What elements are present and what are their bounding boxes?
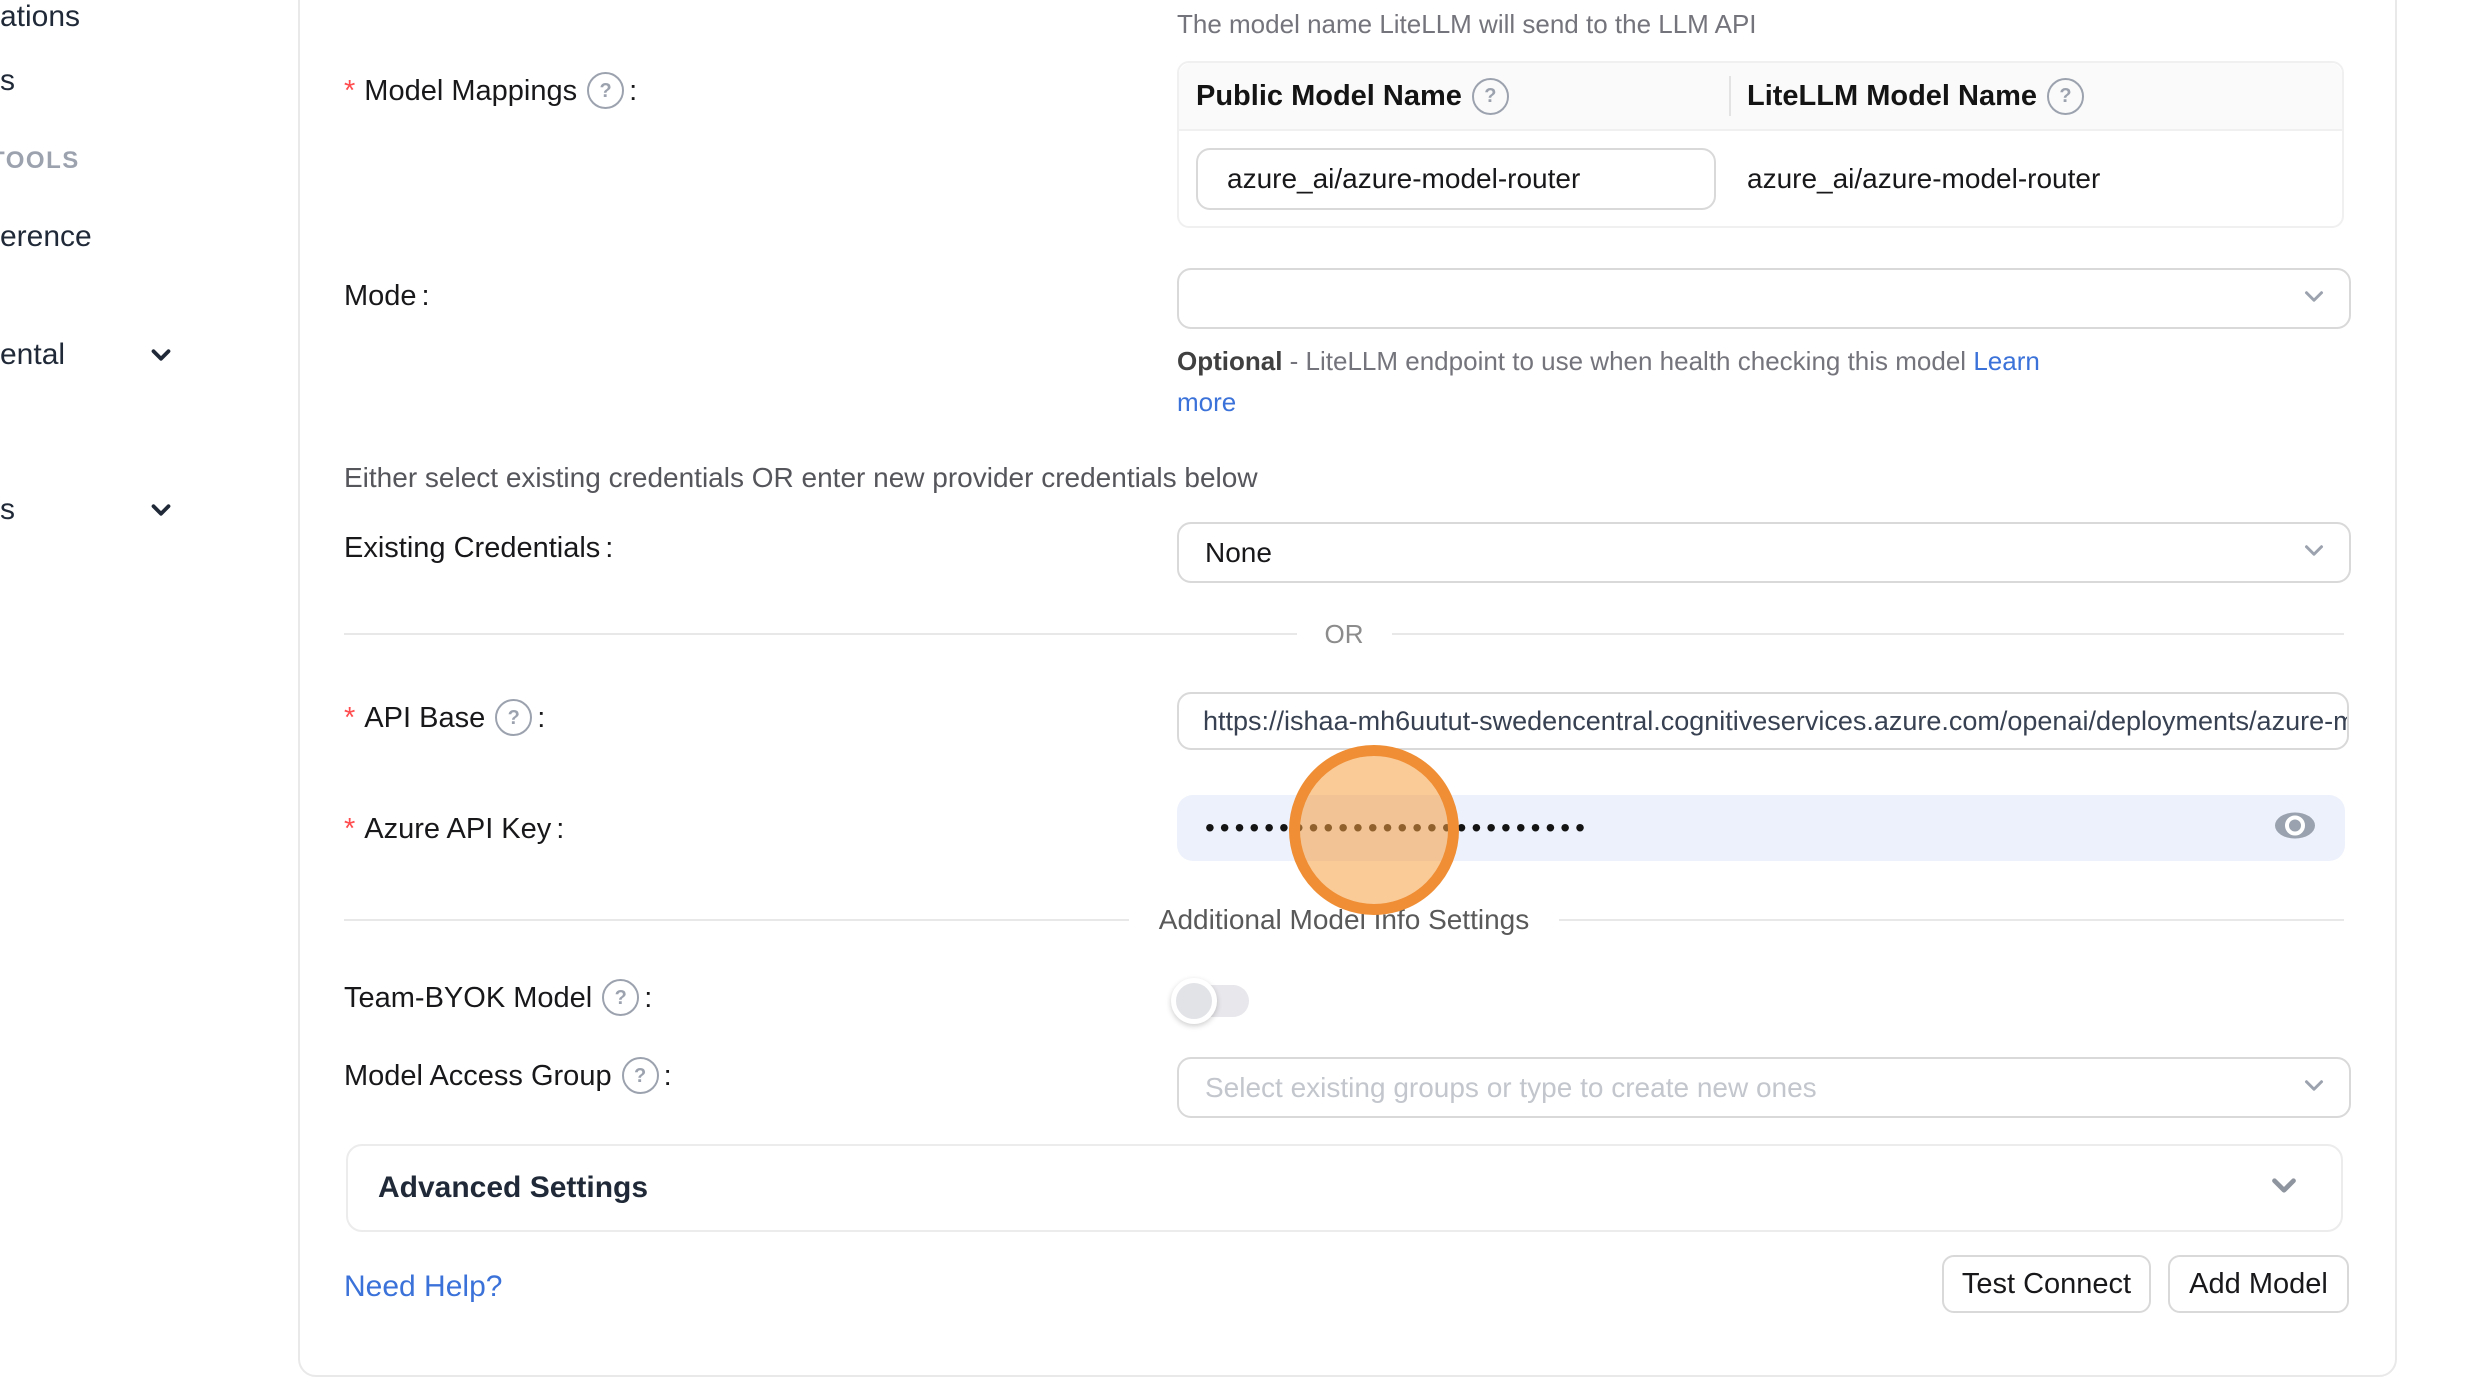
mode-hint: Optional - LiteLLM endpoint to use when … <box>1177 341 2057 423</box>
divider-line <box>344 919 1129 921</box>
sidebar-item-organizations[interactable]: ations <box>0 0 80 35</box>
chevron-down-icon <box>2299 535 2329 570</box>
required-mark: * <box>344 73 355 109</box>
api-base-label: * API Base ? : <box>344 699 545 736</box>
need-help-link[interactable]: Need Help? <box>344 1270 502 1304</box>
column-divider <box>1729 76 1731 116</box>
existing-credentials-select[interactable]: None <box>1177 522 2351 583</box>
litellm-model-name-value: azure_ai/azure-model-router <box>1729 163 2342 195</box>
column-header-public-model-name: Public Model Name ? <box>1179 78 1729 115</box>
help-icon[interactable]: ? <box>602 979 639 1016</box>
colon: : <box>629 73 637 109</box>
test-connect-button[interactable]: Test Connect <box>1942 1255 2151 1313</box>
advanced-settings-panel[interactable]: Advanced Settings <box>346 1144 2343 1232</box>
existing-credentials-label-text: Existing Credentials <box>344 530 600 566</box>
mode-select[interactable] <box>1177 268 2351 329</box>
chevron-down-icon <box>2299 1070 2329 1105</box>
column-header-litellm-model-name: LiteLLM Model Name ? <box>1729 78 2342 115</box>
colon: : <box>605 530 613 566</box>
colon: : <box>537 700 545 736</box>
help-icon[interactable]: ? <box>622 1057 659 1094</box>
required-mark: * <box>344 811 355 847</box>
sidebar-item-experimental[interactable]: ental <box>0 337 65 373</box>
or-divider: OR <box>344 620 2344 648</box>
help-icon[interactable]: ? <box>1472 78 1509 115</box>
sidebar-item-settings[interactable]: s <box>0 492 15 528</box>
divider-line <box>1559 919 2344 921</box>
public-model-name-cell: azure_ai/azure-model-router <box>1179 148 1729 210</box>
additional-settings-divider-text: Additional Model Info Settings <box>1159 904 1529 936</box>
team-byok-label-text: Team-BYOK Model <box>344 980 592 1016</box>
colon: : <box>422 278 430 314</box>
help-icon[interactable]: ? <box>2047 78 2084 115</box>
model-access-group-label: Model Access Group ? : <box>344 1057 672 1094</box>
chevron-down-icon <box>2265 1167 2303 1210</box>
model-access-group-select[interactable]: Select existing groups or type to create… <box>1177 1057 2351 1118</box>
divider-line <box>1392 633 2345 635</box>
add-model-button[interactable]: Add Model <box>2168 1255 2349 1313</box>
existing-credentials-value: None <box>1179 537 1272 569</box>
colon: : <box>556 811 564 847</box>
team-byok-label: Team-BYOK Model ? : <box>344 979 652 1016</box>
add-model-page: ations s TOOLS erence ental s The model … <box>0 0 2477 1385</box>
chevron-down-icon[interactable] <box>146 340 176 375</box>
credentials-note: Either select existing credentials OR en… <box>344 461 1258 495</box>
mode-label: Mode : <box>344 278 430 314</box>
mode-hint-bold: Optional <box>1177 346 1282 376</box>
table-header-row: Public Model Name ? LiteLLM Model Name ? <box>1179 63 2342 131</box>
divider-line <box>344 633 1297 635</box>
colon: : <box>644 980 652 1016</box>
model-name-hint: The model name LiteLLM will send to the … <box>1177 8 1757 40</box>
colon: : <box>664 1058 672 1094</box>
public-model-name-value: azure_ai/azure-model-router <box>1198 163 1580 195</box>
table-row: azure_ai/azure-model-router azure_ai/azu… <box>1179 131 2342 226</box>
model-mappings-label: * Model Mappings ? : <box>344 72 637 109</box>
azure-api-key-label-text: Azure API Key <box>364 811 551 847</box>
mode-label-text: Mode <box>344 278 417 314</box>
api-base-input[interactable]: https://ishaa-mh6uutut-swedencentral.cog… <box>1177 692 2349 750</box>
sidebar-item-2[interactable]: s <box>0 63 15 99</box>
sidebar-section-tools: TOOLS <box>0 146 80 176</box>
chevron-down-icon[interactable] <box>146 495 176 530</box>
api-base-label-text: API Base <box>364 700 485 736</box>
chevron-down-icon <box>2299 281 2329 316</box>
litellm-model-name-header-text: LiteLLM Model Name <box>1747 80 2037 113</box>
model-access-group-label-text: Model Access Group <box>344 1058 612 1094</box>
help-icon[interactable]: ? <box>495 699 532 736</box>
or-divider-text: OR <box>1325 619 1364 650</box>
advanced-settings-title: Advanced Settings <box>378 1146 648 1230</box>
api-base-value: https://ishaa-mh6uutut-swedencentral.cog… <box>1179 706 2347 737</box>
eye-icon[interactable] <box>2273 809 2317 848</box>
required-mark: * <box>344 700 355 736</box>
help-icon[interactable]: ? <box>587 72 624 109</box>
masked-api-key-value: •••••••••••••••••••••••••• <box>1205 795 1590 861</box>
public-model-name-header-text: Public Model Name <box>1196 80 1462 113</box>
model-mappings-label-text: Model Mappings <box>364 73 577 109</box>
team-byok-toggle[interactable] <box>1171 978 1257 1024</box>
toggle-knob <box>1171 978 1217 1024</box>
additional-settings-divider: Additional Model Info Settings <box>344 905 2344 935</box>
existing-credentials-label: Existing Credentials : <box>344 530 613 566</box>
mode-hint-text: - LiteLLM endpoint to use when health ch… <box>1282 346 1973 376</box>
model-mappings-table: Public Model Name ? LiteLLM Model Name ?… <box>1177 61 2344 228</box>
azure-api-key-input[interactable]: •••••••••••••••••••••••••• <box>1177 795 2345 861</box>
public-model-name-input[interactable]: azure_ai/azure-model-router <box>1196 148 1716 210</box>
sidebar-item-reference[interactable]: erence <box>0 219 92 255</box>
model-access-group-placeholder: Select existing groups or type to create… <box>1179 1072 1817 1104</box>
azure-api-key-label: * Azure API Key : <box>344 811 564 847</box>
